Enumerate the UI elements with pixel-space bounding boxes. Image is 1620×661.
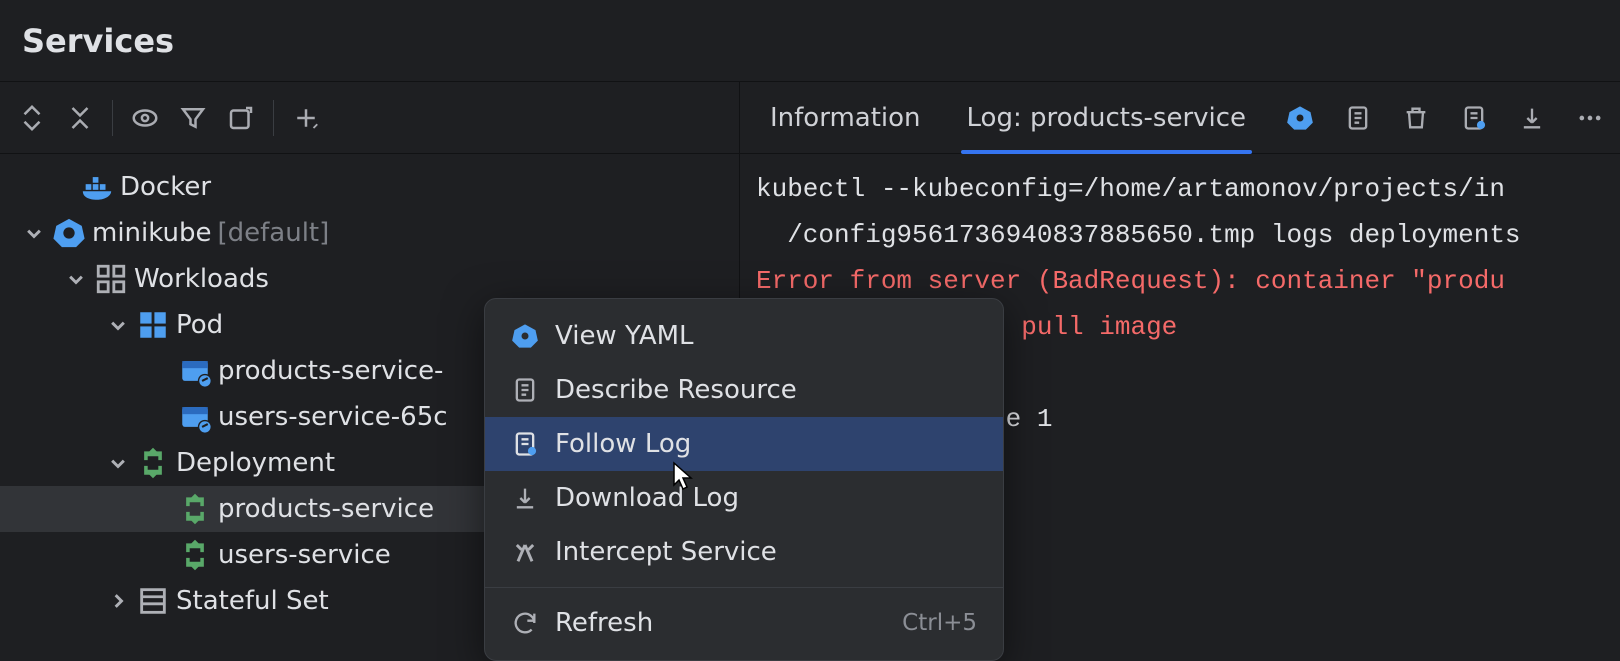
window-title: Services xyxy=(22,22,174,60)
tree-label: Pod xyxy=(176,310,223,340)
follow-log-button[interactable] xyxy=(1454,98,1494,138)
filter-button[interactable] xyxy=(171,96,215,140)
ctx-label: Intercept Service xyxy=(555,537,777,567)
describe-button[interactable] xyxy=(1338,98,1378,138)
ctx-view-yaml[interactable]: View YAML xyxy=(493,309,995,363)
intercept-icon xyxy=(511,538,539,566)
tree-label: Deployment xyxy=(176,448,335,478)
ctx-describe[interactable]: Describe Resource xyxy=(493,363,995,417)
follow-log-icon xyxy=(511,430,539,458)
expand-all-button[interactable] xyxy=(10,96,54,140)
download-log-button[interactable] xyxy=(1512,98,1552,138)
ctx-label: Describe Resource xyxy=(555,375,797,405)
document-icon xyxy=(511,376,539,404)
view-yaml-button[interactable] xyxy=(1280,98,1320,138)
kubernetes-icon xyxy=(52,216,86,250)
ctx-label: View YAML xyxy=(555,321,694,351)
tab-information[interactable]: Information xyxy=(770,82,921,153)
log-line: /config9561736940837885650.tmp logs depl… xyxy=(756,220,1521,250)
ctx-label: Refresh xyxy=(555,608,653,638)
chevron-down-icon[interactable] xyxy=(20,219,48,247)
tree-item-minikube[interactable]: minikube [default] xyxy=(0,210,739,256)
ctx-separator xyxy=(485,587,1003,588)
chevron-down-icon[interactable] xyxy=(62,265,90,293)
refresh-icon xyxy=(511,609,539,637)
container-icon xyxy=(178,354,212,388)
delete-button[interactable] xyxy=(1396,98,1436,138)
ctx-refresh[interactable]: Refresh Ctrl+5 xyxy=(493,596,995,650)
deployment-icon xyxy=(178,492,212,526)
log-error-line: Error from server (BadRequest): containe… xyxy=(756,266,1505,296)
detail-actions xyxy=(1280,98,1620,138)
ctx-label: Download Log xyxy=(555,483,739,513)
toolbar-separator xyxy=(112,100,113,136)
tree-label: users-service xyxy=(218,540,391,570)
chevron-down-icon[interactable] xyxy=(104,449,132,477)
detail-header: Information Log: products-service xyxy=(740,82,1620,154)
context-menu[interactable]: View YAML Describe Resource Follow Log D… xyxy=(484,298,1004,661)
chevron-right-icon[interactable] xyxy=(104,587,132,615)
tree-label: minikube xyxy=(92,218,212,248)
add-button[interactable] xyxy=(284,96,328,140)
tree-toolbar xyxy=(0,82,739,154)
deployment-icon xyxy=(178,538,212,572)
collapse-all-button[interactable] xyxy=(58,96,102,140)
detail-tabs: Information Log: products-service xyxy=(740,82,1246,153)
tree-label: Stateful Set xyxy=(176,586,329,616)
tab-label: Log: products-service xyxy=(967,103,1247,133)
container-icon xyxy=(178,400,212,434)
tree-label: Docker xyxy=(120,172,211,202)
log-line: kubectl --kubeconfig=/home/artamonov/pro… xyxy=(756,174,1505,204)
tree-item-workloads[interactable]: Workloads xyxy=(0,256,739,302)
docker-icon xyxy=(80,170,114,204)
kubernetes-icon xyxy=(511,322,539,350)
deployment-icon xyxy=(136,446,170,480)
tree-label: Workloads xyxy=(134,264,269,294)
statefulset-icon xyxy=(136,584,170,618)
open-in-editor-button[interactable] xyxy=(219,96,263,140)
chevron-down-icon[interactable] xyxy=(104,311,132,339)
tab-label: Information xyxy=(770,103,921,133)
toolbar-separator xyxy=(273,100,274,136)
ctx-follow-log[interactable]: Follow Log xyxy=(485,417,1003,471)
tree-label: products-service- xyxy=(218,356,443,386)
tab-log[interactable]: Log: products-service xyxy=(967,82,1247,153)
show-icon[interactable] xyxy=(123,96,167,140)
tree-label: users-service-65c xyxy=(218,402,448,432)
ctx-intercept[interactable]: Intercept Service xyxy=(493,525,995,579)
tree-suffix: [default] xyxy=(218,218,330,248)
tree-item-docker[interactable]: Docker xyxy=(0,164,739,210)
more-button[interactable] xyxy=(1570,98,1610,138)
workloads-icon xyxy=(94,262,128,296)
ctx-label: Follow Log xyxy=(555,429,691,459)
window-title-bar: Services xyxy=(0,0,1620,82)
download-icon xyxy=(511,484,539,512)
pod-icon xyxy=(136,308,170,342)
ctx-download-log[interactable]: Download Log xyxy=(493,471,995,525)
tree-label: products-service xyxy=(218,494,434,524)
ctx-shortcut: Ctrl+5 xyxy=(902,610,977,636)
